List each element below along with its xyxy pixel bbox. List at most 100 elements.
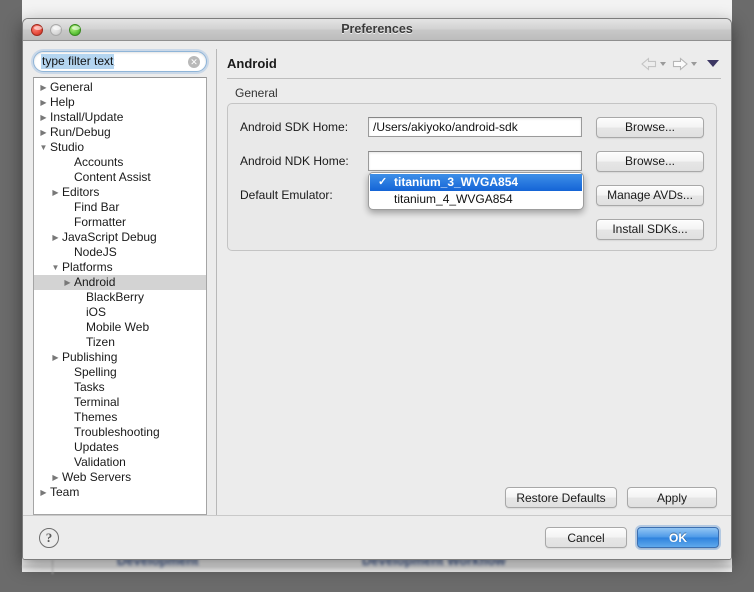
- ok-button[interactable]: OK: [637, 527, 719, 548]
- tree-item-troubleshooting[interactable]: Troubleshooting: [34, 425, 206, 440]
- restore-defaults-button[interactable]: Restore Defaults: [505, 487, 617, 508]
- check-icon: ✓: [378, 176, 388, 188]
- window-title: Preferences: [341, 22, 413, 36]
- tree-item-label: Studio: [50, 140, 85, 154]
- tree-item-team[interactable]: ▶ Team: [34, 485, 206, 500]
- tree-item-label: Editors: [62, 185, 100, 199]
- tree-item-label: Terminal: [74, 395, 120, 409]
- tree-item-label: Spelling: [74, 365, 117, 379]
- filter-field-wrap: type filter text ✕: [33, 51, 207, 72]
- tree-item-label: Install/Update: [50, 110, 124, 124]
- default-emulator-popup-menu[interactable]: ✓ titanium_3_WVGA854 titanium_4_WVGA854: [368, 172, 584, 210]
- manage-avds-button[interactable]: Manage AVDs...: [596, 184, 704, 206]
- tree-item-terminal[interactable]: Terminal: [34, 395, 206, 410]
- chevron-down-icon[interactable]: ▼: [50, 260, 61, 275]
- tree-item-label: Team: [50, 485, 80, 499]
- tree-item-android[interactable]: ▶ Android: [34, 275, 206, 290]
- preferences-sidebar: type filter text ✕ ▶General▶Help▶Install…: [33, 49, 207, 515]
- emulator-option-1[interactable]: ✓ titanium_3_WVGA854: [370, 174, 582, 191]
- help-icon[interactable]: ?: [39, 527, 59, 548]
- back-arrow-icon[interactable]: [640, 56, 658, 71]
- tree-item-label: Formatter: [74, 215, 127, 229]
- tree-item-tizen[interactable]: Tizen: [34, 335, 206, 350]
- tree-item-studio[interactable]: ▼ Studio: [34, 140, 206, 155]
- tree-item-label: NodeJS: [74, 245, 117, 259]
- tree-item-run-debug[interactable]: ▶ Run/Debug: [34, 125, 206, 140]
- general-group-box: Android SDK Home: Browse... Android NDK …: [227, 103, 717, 251]
- tree-item-label: Updates: [74, 440, 119, 454]
- dialog-footer-buttons: Cancel OK: [545, 527, 719, 548]
- preferences-tree[interactable]: ▶ General ▶ Help ▶ Install/Update ▶ Run/Debug ▼ S…: [33, 77, 207, 515]
- tree-item-mobile-web[interactable]: Mobile Web: [34, 320, 206, 335]
- filter-input[interactable]: [33, 51, 207, 72]
- tree-item-spelling[interactable]: Spelling: [34, 365, 206, 380]
- tree-item-content-assist[interactable]: Content Assist: [34, 170, 206, 185]
- chevron-right-icon[interactable]: ▶: [38, 485, 49, 500]
- tree-item-updates[interactable]: Updates: [34, 440, 206, 455]
- tree-item-validation[interactable]: Validation: [34, 455, 206, 470]
- tree-item-blackberry[interactable]: BlackBerry: [34, 290, 206, 305]
- window-titlebar: Preferences: [23, 19, 731, 41]
- tree-item-themes[interactable]: Themes: [34, 410, 206, 425]
- tree-item-label: iOS: [86, 305, 107, 319]
- tree-item-accounts[interactable]: Accounts: [34, 155, 206, 170]
- tree-item-general[interactable]: ▶ General: [34, 80, 206, 95]
- tree-item-label: Help: [50, 95, 75, 109]
- clear-icon[interactable]: ✕: [188, 56, 200, 68]
- preferences-dialog: Preferences type filter text ✕ ▶General▶…: [22, 18, 732, 560]
- page-title: Android: [227, 56, 277, 71]
- chevron-down-icon[interactable]: ▼: [38, 140, 49, 155]
- tree-item-label: Android: [74, 275, 116, 289]
- tree-item-ios[interactable]: iOS: [34, 305, 206, 320]
- install-sdks-button[interactable]: Install SDKs...: [596, 218, 704, 240]
- ndk-home-browse-button[interactable]: Browse...: [596, 150, 704, 172]
- tree-item-label: Content Assist: [74, 170, 151, 184]
- tree-item-help[interactable]: ▶ Help: [34, 95, 206, 110]
- tree-item-install-update[interactable]: ▶ Install/Update: [34, 110, 206, 125]
- chevron-right-icon[interactable]: ▶: [50, 230, 61, 245]
- tree-item-web-servers[interactable]: ▶ Web Servers: [34, 470, 206, 485]
- minimize-button[interactable]: [50, 23, 62, 36]
- tree-item-label: General: [50, 80, 93, 94]
- panel-header: Android: [227, 49, 721, 79]
- view-menu-icon[interactable]: [707, 60, 719, 67]
- chevron-right-icon[interactable]: ▶: [50, 350, 61, 365]
- tree-item-label: Run/Debug: [50, 125, 111, 139]
- dialog-footer: ? Cancel OK: [23, 515, 731, 559]
- tree-item-nodejs[interactable]: NodeJS: [34, 245, 206, 260]
- panel-nav-tools: [640, 56, 719, 71]
- tree-item-label: Validation: [74, 455, 126, 469]
- back-dropdown-icon[interactable]: [660, 61, 666, 66]
- apply-button[interactable]: Apply: [627, 487, 717, 508]
- chevron-right-icon[interactable]: ▶: [50, 470, 61, 485]
- cancel-button[interactable]: Cancel: [545, 527, 627, 548]
- tree-item-publishing[interactable]: ▶ Publishing: [34, 350, 206, 365]
- tree-item-platforms[interactable]: ▼ Platforms: [34, 260, 206, 275]
- emulator-option-2[interactable]: titanium_4_WVGA854: [370, 191, 582, 208]
- chevron-right-icon[interactable]: ▶: [38, 110, 49, 125]
- tree-item-label: Web Servers: [62, 470, 132, 484]
- chevron-right-icon[interactable]: ▶: [50, 185, 61, 200]
- chevron-right-icon[interactable]: ▶: [62, 275, 73, 290]
- emulator-option-label: titanium_3_WVGA854: [394, 175, 519, 189]
- tree-item-editors[interactable]: ▶ Editors: [34, 185, 206, 200]
- sdk-home-input[interactable]: [368, 117, 582, 137]
- forward-dropdown-icon[interactable]: [691, 61, 697, 66]
- chevron-right-icon[interactable]: ▶: [38, 80, 49, 95]
- tree-item-label: Mobile Web: [86, 320, 150, 334]
- chevron-right-icon[interactable]: ▶: [38, 95, 49, 110]
- chevron-right-icon[interactable]: ▶: [38, 125, 49, 140]
- tree-item-tasks[interactable]: Tasks: [34, 380, 206, 395]
- tree-item-formatter[interactable]: Formatter: [34, 215, 206, 230]
- tree-item-find-bar[interactable]: Find Bar: [34, 200, 206, 215]
- close-button[interactable]: [31, 23, 43, 36]
- group-label: General: [235, 86, 278, 100]
- tree-item-label: Themes: [74, 410, 118, 424]
- emulator-option-label: titanium_4_WVGA854: [394, 192, 513, 206]
- window-controls: [31, 23, 81, 36]
- ndk-home-input[interactable]: [368, 151, 582, 171]
- sdk-home-browse-button[interactable]: Browse...: [596, 116, 704, 138]
- tree-item-javascript-debug[interactable]: ▶ JavaScript Debug: [34, 230, 206, 245]
- forward-arrow-icon[interactable]: [671, 56, 689, 71]
- zoom-button[interactable]: [69, 23, 81, 36]
